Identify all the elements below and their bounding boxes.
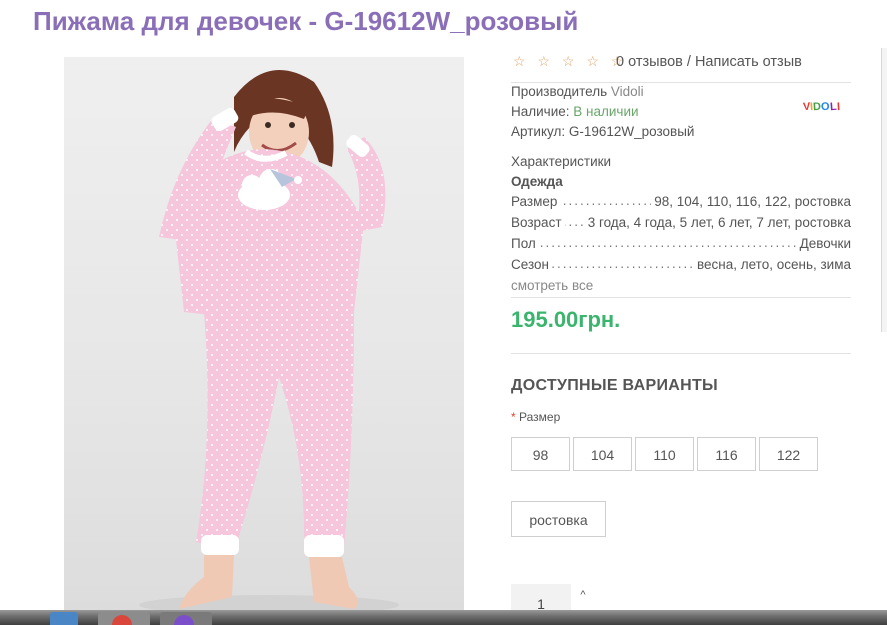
viber-taskbar-icon[interactable]	[160, 612, 212, 625]
taskbar-app-icon[interactable]	[50, 612, 78, 625]
write-review-link[interactable]: Написать отзыв	[695, 54, 802, 70]
sku-row: Артикул: G-19612W_розовый	[511, 124, 694, 139]
spec-value: Девочки	[796, 236, 851, 251]
spec-row-season: ........................................…	[511, 256, 851, 275]
required-asterisk: *	[511, 410, 516, 424]
reviews-summary: 0 отзывов / Написать отзыв	[616, 54, 802, 70]
divider	[511, 353, 851, 354]
sku-label: Артикул:	[511, 124, 566, 139]
size-option-110[interactable]: 110	[635, 437, 694, 471]
chevron-up-icon[interactable]: ^	[571, 584, 595, 606]
availability-row: Наличие: В наличии	[511, 104, 639, 119]
taskbar	[0, 610, 887, 625]
spec-row-age: ........................................…	[511, 214, 851, 233]
spec-key: Возраст	[511, 215, 565, 230]
availability-value: В наличии	[573, 104, 639, 119]
show-all-link[interactable]: смотреть все	[511, 278, 593, 293]
size-label-text: Размер	[519, 410, 561, 424]
divider	[511, 297, 851, 298]
brand-logo[interactable]: VIDOLI	[803, 101, 841, 114]
rating-row: ☆ ☆ ☆ ☆ ☆ 0 отзывов / Написать отзыв	[511, 52, 851, 74]
spec-value: весна, лето, осень, зима	[694, 257, 851, 272]
size-option-104[interactable]: 104	[573, 437, 632, 471]
spec-key: Пол	[511, 236, 539, 251]
characteristics-group: Одежда	[511, 174, 563, 189]
spec-value: 98, 104, 110, 116, 122, ростовка	[651, 194, 851, 209]
spec-row-gender: ........................................…	[511, 235, 851, 254]
product-title: Пижама для девочек - G-19612W_розовый	[33, 6, 579, 36]
product-photo[interactable]	[64, 57, 464, 617]
scrollbar-edge[interactable]	[881, 48, 887, 332]
girl-in-pajamas-illustration	[139, 70, 399, 615]
size-label: * Размер	[511, 410, 560, 424]
reviews-count-link[interactable]: 0 отзывов	[616, 54, 683, 70]
manufacturer-label: Производитель	[511, 84, 608, 99]
availability-label: Наличие:	[511, 104, 570, 119]
divider	[511, 82, 851, 83]
spec-value: 3 года, 4 года, 5 лет, 6 лет, 7 лет, рос…	[584, 215, 851, 230]
manufacturer-link[interactable]: Vidoli	[611, 84, 644, 99]
reviews-separator: /	[682, 54, 695, 70]
spec-key: Сезон	[511, 257, 552, 272]
price: 195.00грн.	[511, 307, 621, 332]
size-option-116[interactable]: 116	[697, 437, 756, 471]
manufacturer-row: Производитель Vidoli	[511, 84, 644, 99]
variants-heading: ДОСТУПНЫЕ ВАРИАНТЫ	[511, 377, 718, 394]
sku-value: G-19612W_розовый	[568, 124, 695, 139]
size-option-rostovka[interactable]: ростовка	[511, 501, 606, 537]
characteristics-heading: Характеристики	[511, 154, 612, 169]
spec-row-size: ........................................…	[511, 193, 851, 212]
size-option-122[interactable]: 122	[759, 437, 818, 471]
rating-stars-icon[interactable]: ☆ ☆ ☆ ☆ ☆	[513, 53, 627, 70]
spec-key: Размер	[511, 194, 561, 209]
browser-taskbar-icon[interactable]	[98, 612, 150, 625]
size-option-98[interactable]: 98	[511, 437, 570, 471]
